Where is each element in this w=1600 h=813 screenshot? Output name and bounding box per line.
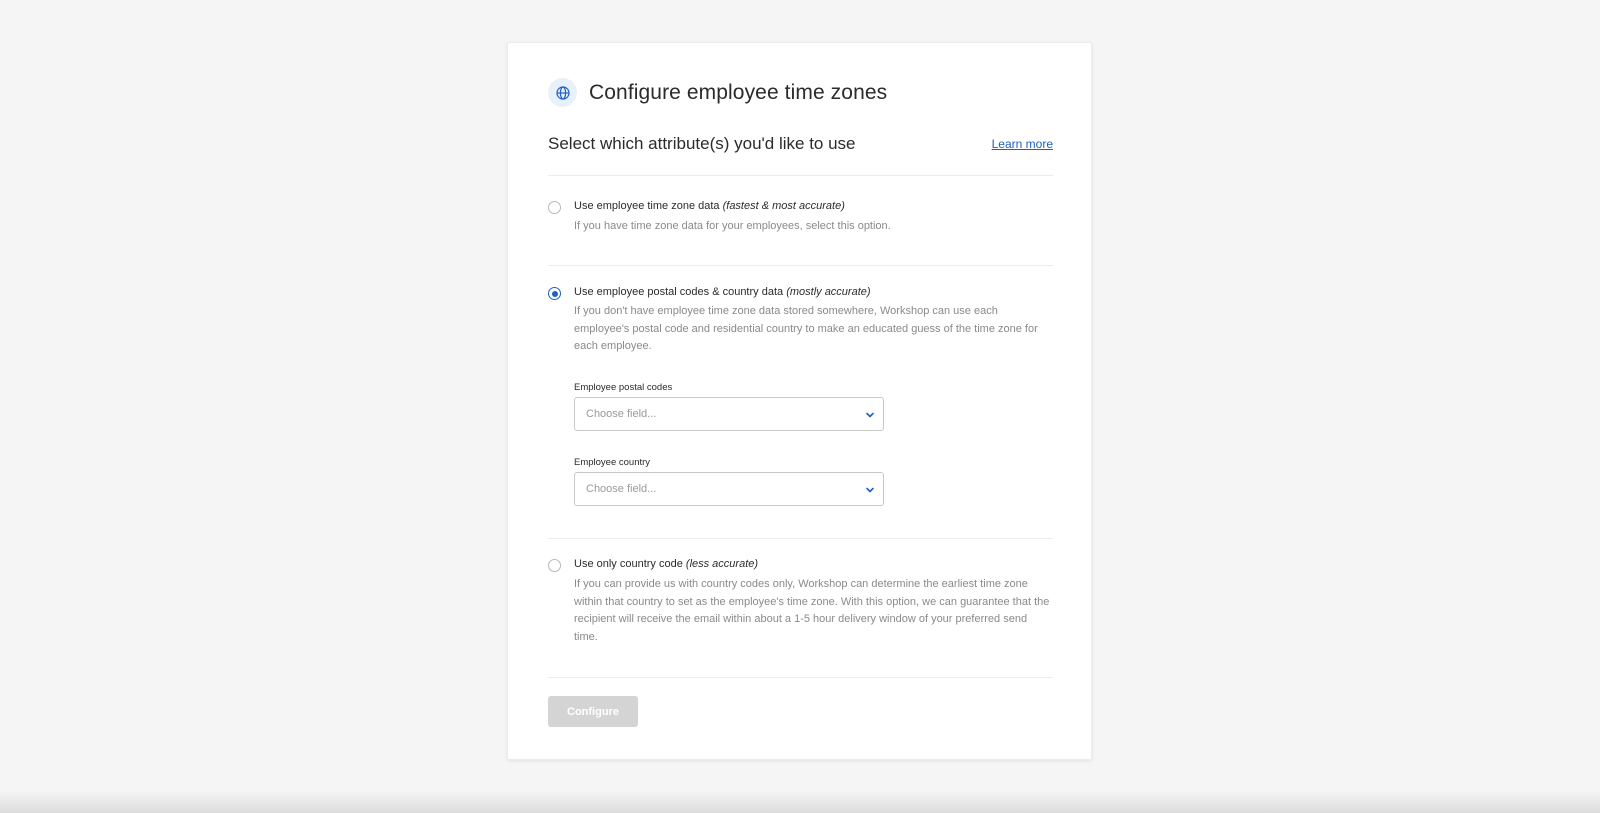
country-field-label: Employee country [574,457,651,468]
divider [548,265,1053,266]
option-description: If you have time zone data for your empl… [574,220,891,232]
window-bottom-shadow [0,791,1600,813]
chevron-down-icon [866,487,874,493]
option-label-text: Use employee postal codes & country data [574,286,784,298]
option-label-text: Use only country code [574,558,683,570]
learn-more-link[interactable]: Learn more [992,137,1053,151]
globe-icon [548,78,577,107]
page-title: Configure employee time zones [589,80,888,104]
option-qualifier: (less accurate) [685,558,759,570]
divider [548,677,1053,678]
option-label[interactable]: Use only country code (less accurate) [574,558,758,570]
select-placeholder: Choose field... [586,408,657,420]
postal-codes-field-label: Employee postal codes [574,382,673,393]
option-description: If you can provide us with country codes… [574,578,1050,643]
option-label-text: Use employee time zone data [574,200,720,212]
section-header: Select which attribute(s) you'd like to … [548,134,1053,154]
radio-postal-codes-country[interactable] [548,287,561,300]
chevron-down-icon [866,412,874,418]
option-label[interactable]: Use employee postal codes & country data… [574,286,871,298]
option-qualifier: (mostly accurate) [786,286,871,298]
card-header: Configure employee time zones [548,78,887,107]
select-placeholder: Choose field... [586,483,657,495]
option-label[interactable]: Use employee time zone data (fastest & m… [574,200,845,212]
option-qualifier: (fastest & most accurate) [722,200,845,212]
divider [548,538,1053,539]
country-select[interactable]: Choose field... [574,472,884,506]
option-description: If you don't have employee time zone dat… [574,305,1038,352]
postal-codes-select[interactable]: Choose field... [574,397,884,431]
radio-time-zone-data[interactable] [548,201,561,214]
configure-button[interactable]: Configure [548,696,638,727]
configure-card: Configure employee time zones Select whi… [507,42,1092,760]
section-title: Select which attribute(s) you'd like to … [548,134,856,153]
radio-country-code[interactable] [548,559,561,572]
divider [548,175,1053,176]
